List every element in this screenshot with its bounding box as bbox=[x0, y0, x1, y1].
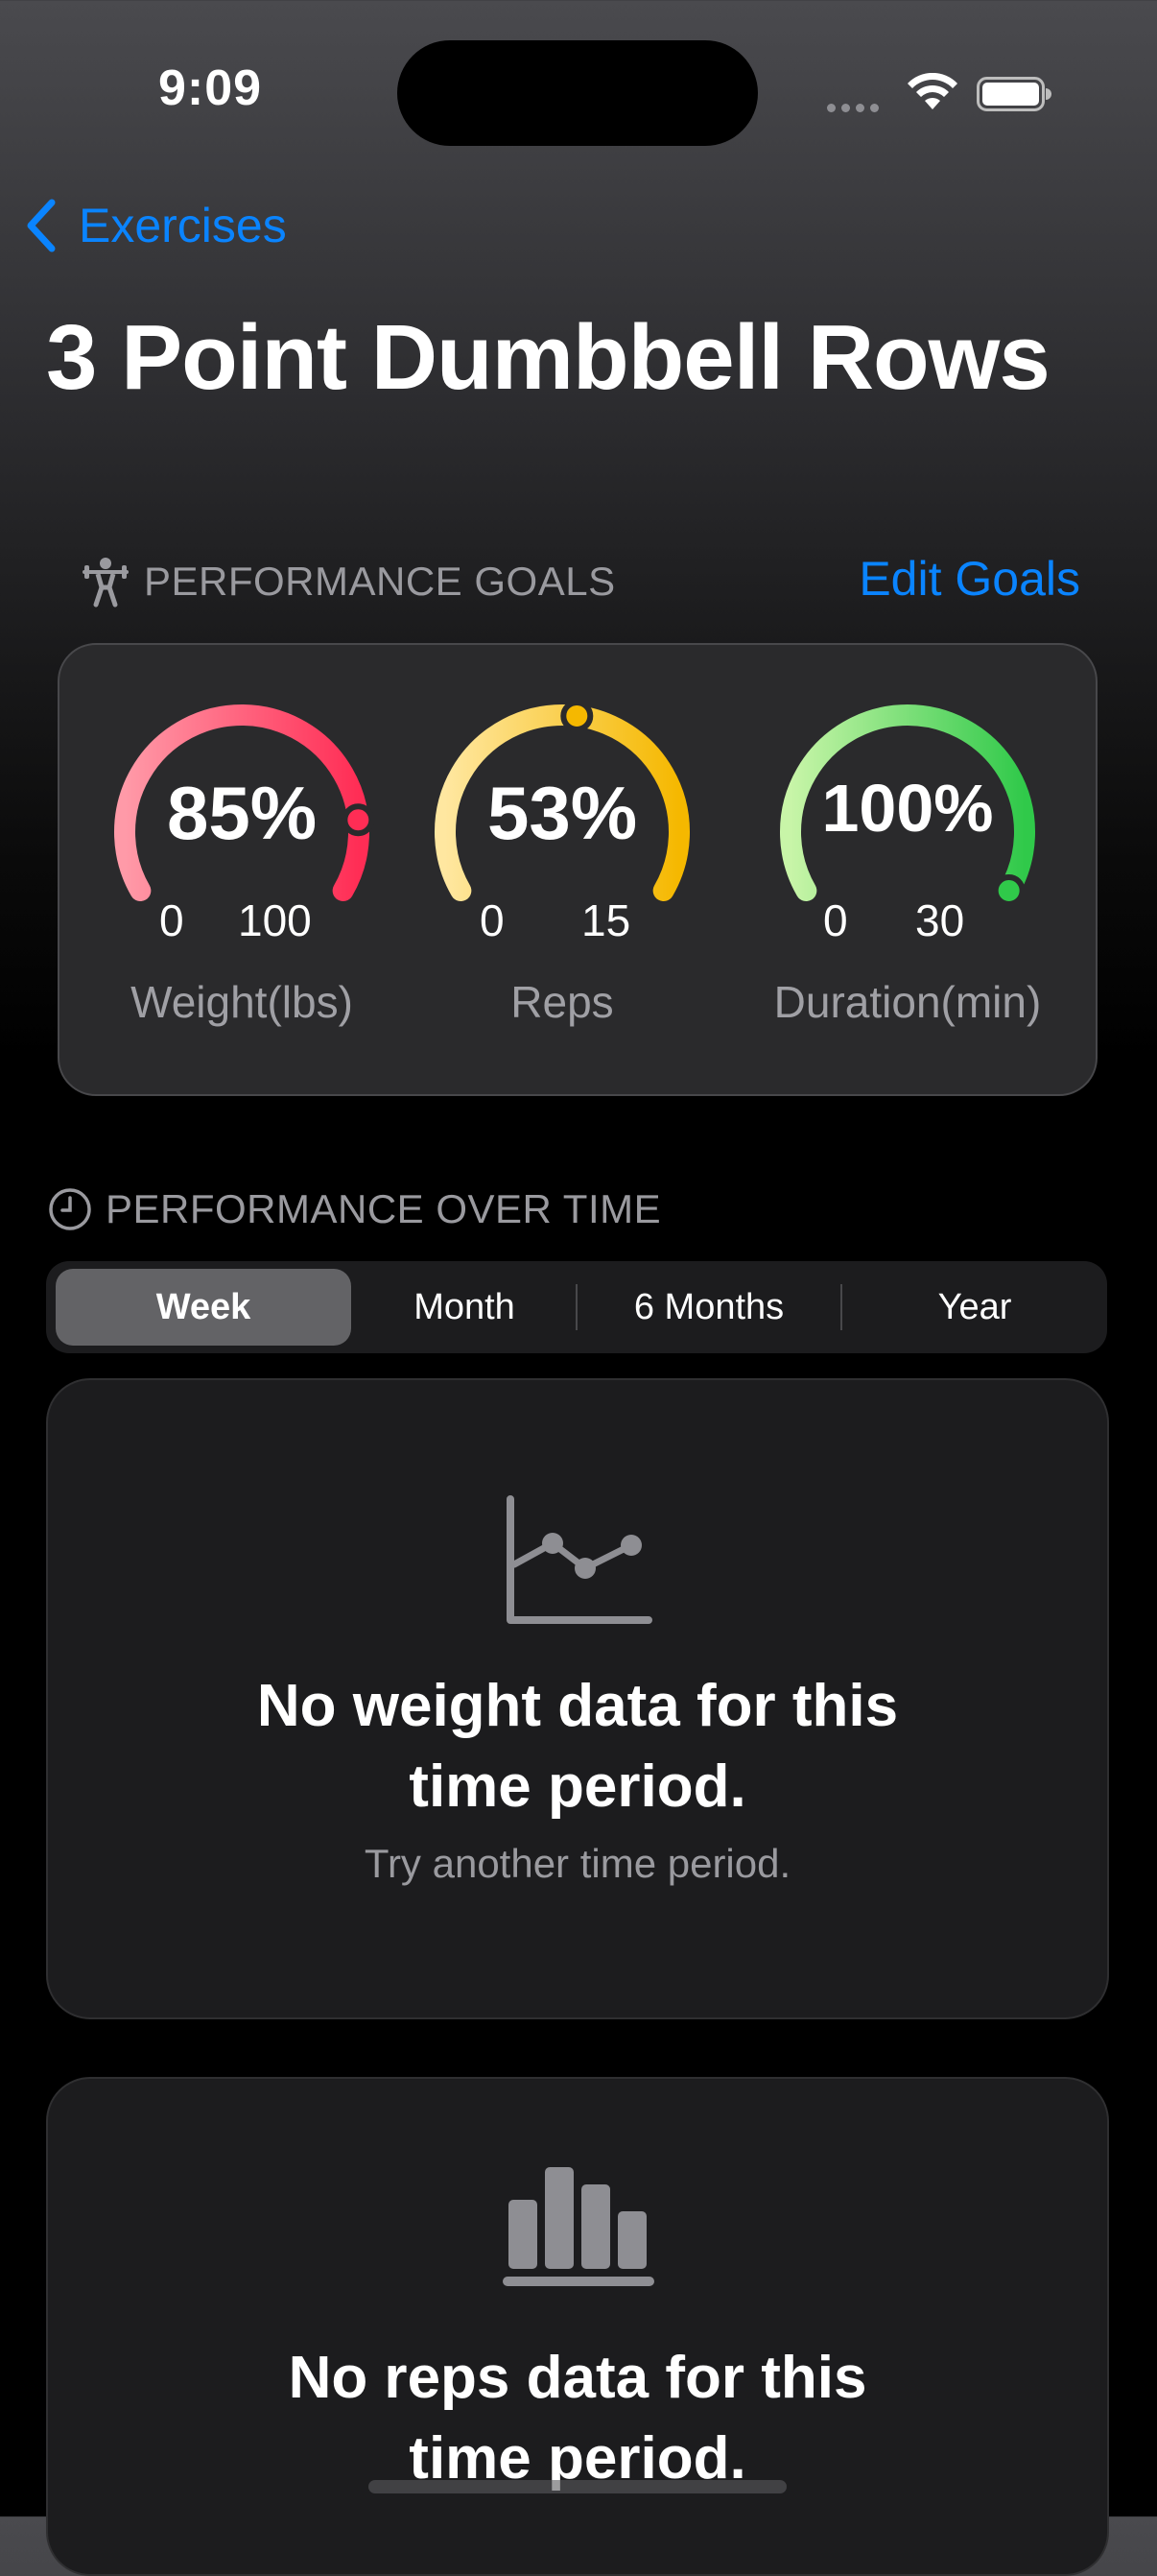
gauge-duration: 100% 0 30 Duration(min) bbox=[764, 703, 1051, 1027]
gauge-duration-label: Duration(min) bbox=[773, 977, 1042, 1027]
segment-week[interactable]: Week bbox=[56, 1261, 351, 1353]
dynamic-island bbox=[397, 40, 758, 146]
gauge-duration-percent: 100% bbox=[821, 771, 994, 846]
weight-empty-title-line1: No weight data for this bbox=[256, 1673, 899, 1739]
gauge-weight: 85% 0 100 Weight(lbs) bbox=[98, 703, 386, 1027]
gauge-weight-label: Weight(lbs) bbox=[130, 977, 353, 1027]
back-button[interactable]: Exercises bbox=[23, 192, 287, 259]
gauge-duration-max: 30 bbox=[915, 895, 965, 945]
time-range-segmented-control: Week Month 6 Months Year bbox=[46, 1261, 1107, 1353]
gauge-weight-min: 0 bbox=[159, 895, 184, 945]
segment-month[interactable]: Month bbox=[353, 1261, 576, 1353]
clock-icon bbox=[49, 1188, 91, 1230]
weight-chart-card: No weight data for this time period. Try… bbox=[46, 1378, 1109, 2019]
battery-icon bbox=[977, 77, 1051, 111]
chevron-left-icon bbox=[27, 199, 56, 252]
gauge-duration-min: 0 bbox=[823, 895, 848, 945]
weight-empty-subtitle: Try another time period. bbox=[364, 1841, 791, 1886]
gauge-weight-max: 100 bbox=[238, 895, 312, 945]
gauge-weight-percent: 85% bbox=[166, 771, 318, 855]
bar-chart-icon bbox=[503, 2167, 654, 2286]
status-time: 9:09 bbox=[158, 60, 263, 116]
home-indicator[interactable] bbox=[368, 2480, 787, 2493]
gauge-marker bbox=[992, 874, 1026, 907]
line-chart-icon bbox=[507, 1495, 652, 1624]
weightlifter-icon bbox=[83, 558, 129, 608]
performance-header-label: PERFORMANCE OVER TIME bbox=[106, 1186, 662, 1231]
edit-goals-button[interactable]: Edit Goals bbox=[859, 551, 1080, 607]
goals-header: PERFORMANCE GOALS bbox=[81, 555, 616, 608]
gauge-reps-percent: 53% bbox=[486, 771, 638, 855]
cellular-signal-icon bbox=[827, 100, 886, 112]
back-label: Exercises bbox=[79, 199, 287, 252]
reps-empty-title-line1: No reps data for this bbox=[288, 2345, 867, 2411]
weight-empty-title-line2: time period. bbox=[409, 1753, 746, 1820]
gauge-reps-min: 0 bbox=[480, 895, 505, 945]
gauge-reps-label: Reps bbox=[510, 977, 614, 1027]
gauge-reps-max: 15 bbox=[581, 895, 631, 945]
performance-header: PERFORMANCE OVER TIME bbox=[48, 1186, 661, 1232]
segment-6-months[interactable]: 6 Months bbox=[578, 1261, 840, 1353]
wifi-icon bbox=[906, 72, 959, 111]
goals-header-label: PERFORMANCE GOALS bbox=[144, 559, 616, 604]
reps-chart-card: No reps data for this time period. bbox=[46, 2077, 1109, 2576]
page-title: 3 Point Dumbbell Rows bbox=[46, 306, 1051, 409]
segment-year[interactable]: Year bbox=[842, 1261, 1107, 1353]
gauge-reps: 53% 0 15 Reps bbox=[418, 703, 706, 1027]
gauge-marker bbox=[560, 703, 594, 732]
goals-card: 85% 0 100 Weight(lbs) 53% 0 15 Reps 100%… bbox=[58, 643, 1098, 1096]
